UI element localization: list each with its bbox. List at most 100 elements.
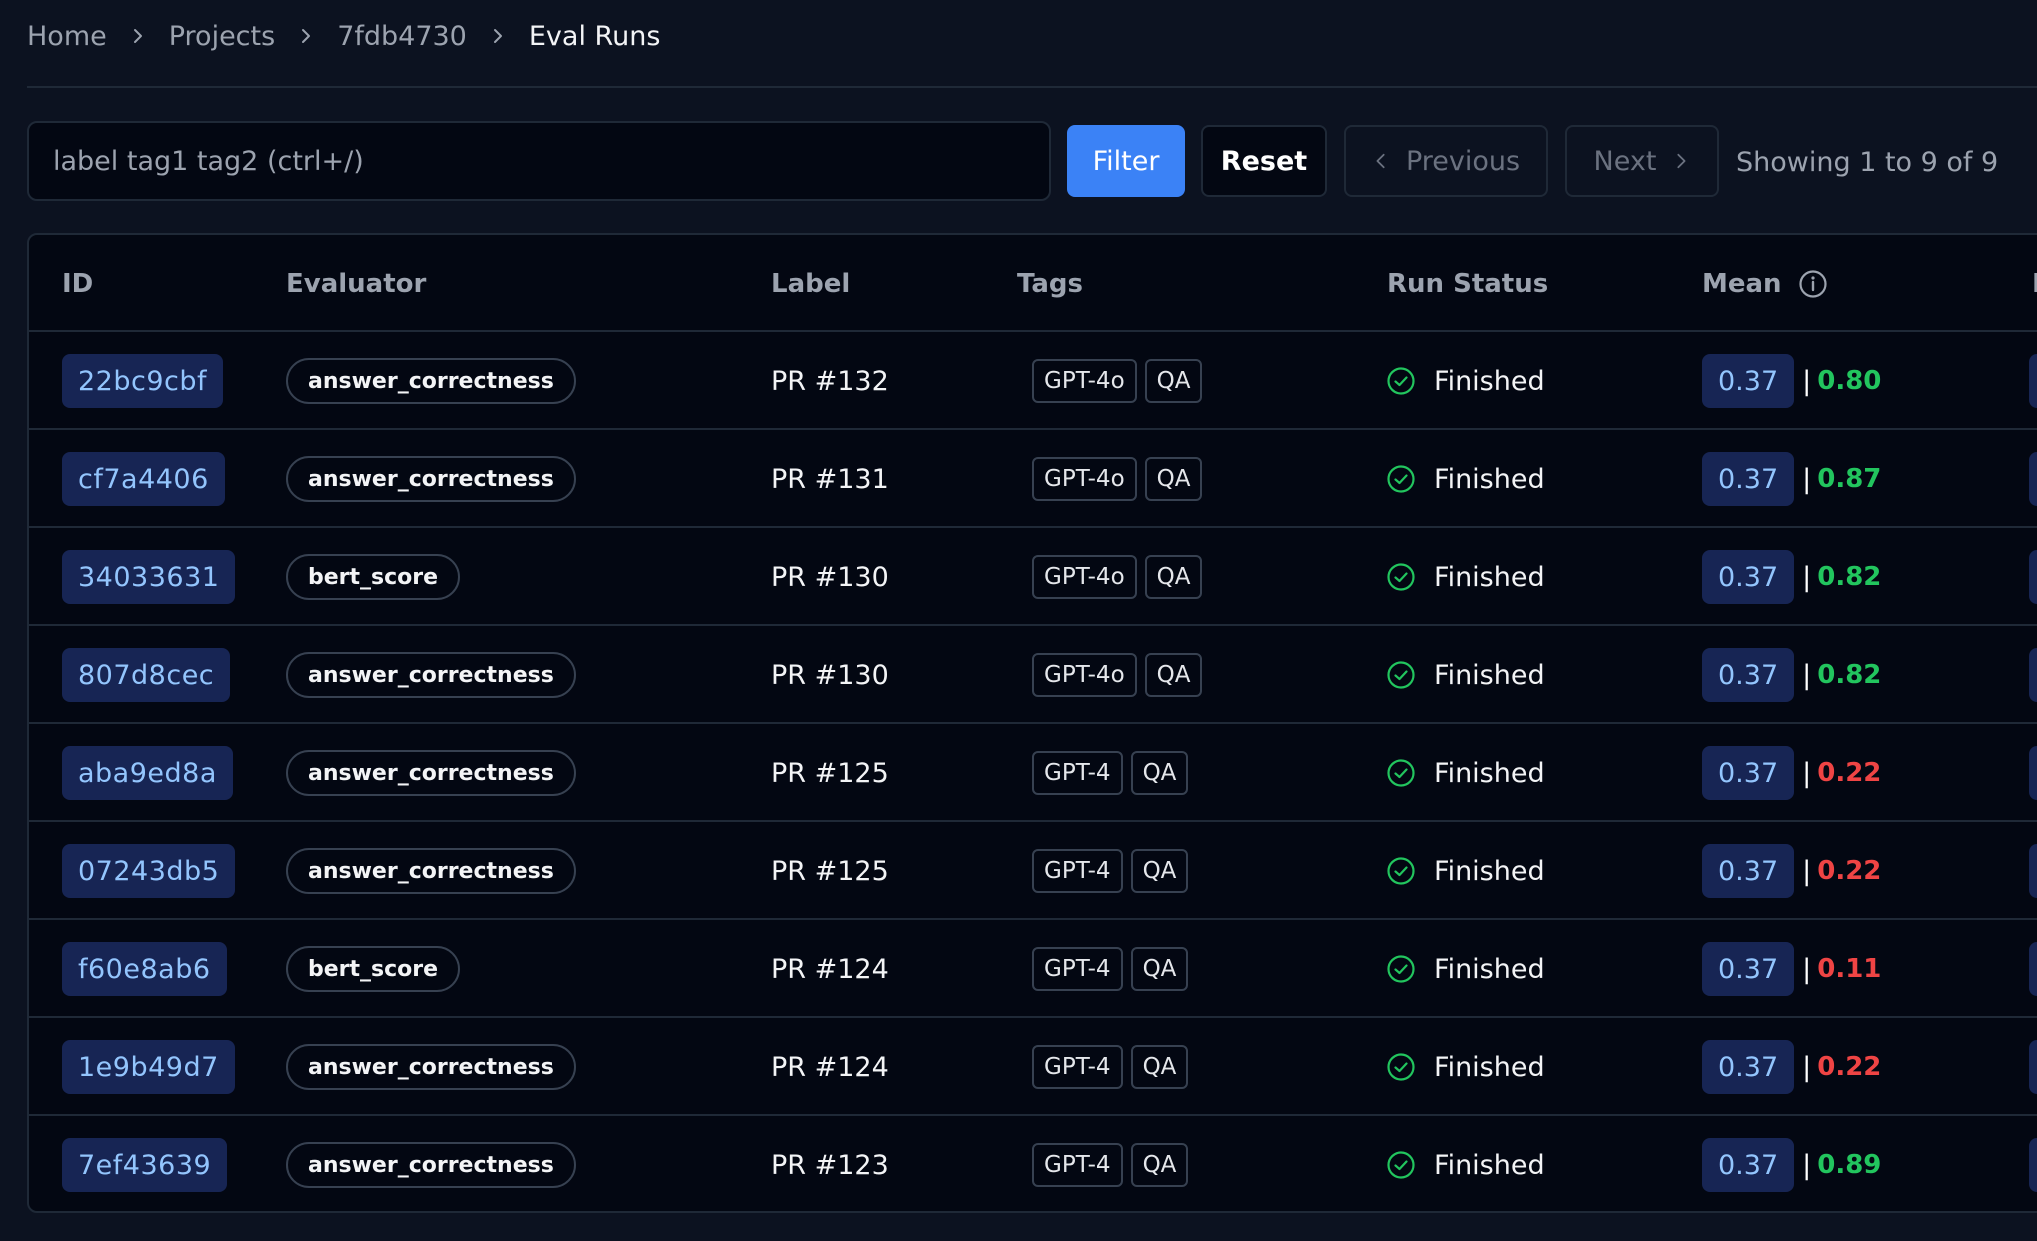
chevron-right-icon [275,26,337,46]
run-status-label: Finished [1434,463,1545,495]
mean-separator: | [1802,365,1812,397]
partial-cell [2029,1138,2037,1192]
mean-value: 0.37 [1702,844,1795,898]
tag-badge: GPT-4 [1032,947,1123,991]
evaluator-badge: bert_score [286,554,461,600]
header-divider [27,86,2037,88]
evaluator-badge: answer_correctness [286,358,576,404]
run-label: PR #123 [771,1149,889,1181]
evaluator-badge: answer_correctness [286,750,576,796]
table-row[interactable]: 22bc9cbf answer_correctness PR #132 GPT-4o Q… [29,332,2037,430]
column-header-mean-label: Mean [1702,268,1782,299]
tag-badge: QA [1130,751,1189,795]
score-value: 0.22 [1817,758,1882,788]
run-label: PR #132 [771,365,889,397]
table-header: ID Evaluator Label Tags Run Status Mean … [29,235,2037,332]
run-status-label: Finished [1434,953,1545,985]
run-id-link[interactable]: 7ef43639 [62,1138,228,1192]
run-id-link[interactable]: 34033631 [62,550,236,604]
mean-separator: | [1802,463,1812,495]
tag-badge: GPT-4 [1032,751,1123,795]
table-row[interactable]: 34033631 bert_score PR #130 GPT-4o QA Finishe… [29,528,2037,626]
breadcrumb-projects[interactable]: Projects [169,21,275,52]
table-row[interactable]: 1e9b49d7 answer_correctness PR #124 GPT-4 QA… [29,1018,2037,1116]
tag-badge: QA [1144,359,1203,403]
evaluator-badge: answer_correctness [286,652,576,698]
run-status: Finished [1386,856,1545,887]
run-id-link[interactable]: 807d8cec [62,648,231,702]
pagination-summary: Showing 1 to 9 of 9 [1736,146,1999,178]
table-row[interactable]: f60e8ab6 bert_score PR #124 GPT-4 QA Finished… [29,920,2037,1018]
mean-separator: | [1802,1149,1812,1181]
run-id-link[interactable]: 1e9b49d7 [62,1040,235,1094]
partial-cell [2029,942,2037,996]
column-header-mean[interactable]: Mean [1702,235,1828,332]
table-row[interactable]: 7ef43639 answer_correctness PR #123 GPT-4 QA… [29,1116,2037,1211]
run-id-link[interactable]: f60e8ab6 [62,942,227,996]
column-header-tags[interactable]: Tags [1017,235,1083,332]
score-value: 0.87 [1817,464,1882,494]
tag-badge: QA [1130,1045,1189,1089]
breadcrumb-project-id[interactable]: 7fdb4730 [337,21,467,52]
tag-list: GPT-4o QA [1032,555,1203,599]
previous-button-label: Previous [1405,145,1521,177]
run-status: Finished [1386,954,1545,985]
score-value: 0.22 [1817,1052,1882,1082]
run-label: PR #125 [771,757,889,789]
mean-value: 0.37 [1702,1040,1795,1094]
table-row[interactable]: cf7a4406 answer_correctness PR #131 GPT-4o Q… [29,430,2037,528]
mean-separator: | [1802,659,1812,691]
tag-list: GPT-4o QA [1032,457,1203,501]
tag-badge: QA [1130,1143,1189,1187]
tag-badge: QA [1144,457,1203,501]
tag-list: GPT-4o QA [1032,653,1203,697]
evaluator-badge: answer_correctness [286,848,576,894]
partial-cell [2029,648,2037,702]
eval-runs-page: Home Projects 7fdb4730 Eval Runs Filter … [0,0,2037,1241]
mean-score: 0.37 | 0.82 [1702,648,1881,702]
run-status: Finished [1386,1150,1545,1181]
tag-list: GPT-4 QA [1032,751,1189,795]
check-circle-icon [1386,1150,1416,1180]
next-button[interactable]: Next [1565,125,1719,197]
run-id-link[interactable]: 07243db5 [62,844,236,898]
run-status-label: Finished [1434,1149,1545,1181]
table-row[interactable]: 07243db5 answer_correctness PR #125 GPT-4 QA… [29,822,2037,920]
run-label: PR #130 [771,659,889,691]
run-status-label: Finished [1434,365,1545,397]
tag-list: GPT-4 QA [1032,849,1189,893]
filter-button[interactable]: Filter [1067,125,1185,197]
partial-cell [2029,1040,2037,1094]
run-status-label: Finished [1434,855,1545,887]
column-header-partial[interactable]: P [2032,235,2037,332]
run-status-label: Finished [1434,757,1545,789]
tag-badge: QA [1130,947,1189,991]
partial-cell [2029,746,2037,800]
partial-cell [2029,844,2037,898]
run-status: Finished [1386,562,1545,593]
run-id-link[interactable]: aba9ed8a [62,746,233,800]
previous-button[interactable]: Previous [1344,125,1548,197]
mean-score: 0.37 | 0.82 [1702,550,1881,604]
check-circle-icon [1386,366,1416,396]
reset-button[interactable]: Reset [1201,125,1327,197]
column-header-run-status[interactable]: Run Status [1387,235,1548,332]
mean-score: 0.37 | 0.89 [1702,1138,1881,1192]
tag-badge: GPT-4 [1032,1045,1123,1089]
info-icon[interactable] [1798,269,1828,299]
score-value: 0.11 [1817,954,1882,984]
table-row[interactable]: 807d8cec answer_correctness PR #130 GPT-4o Q… [29,626,2037,724]
table-row[interactable]: aba9ed8a answer_correctness PR #125 GPT-4 QA… [29,724,2037,822]
mean-separator: | [1802,855,1812,887]
evaluator-badge: answer_correctness [286,1142,576,1188]
run-id-link[interactable]: cf7a4406 [62,452,225,506]
column-header-label[interactable]: Label [771,235,850,332]
breadcrumb-home[interactable]: Home [27,21,107,52]
mean-score: 0.37 | 0.87 [1702,452,1881,506]
column-header-id[interactable]: ID [62,235,93,332]
run-id-link[interactable]: 22bc9cbf [62,354,224,408]
column-header-evaluator[interactable]: Evaluator [286,235,426,332]
run-label: PR #124 [771,1051,889,1083]
search-input[interactable] [27,121,1051,201]
run-status: Finished [1386,660,1545,691]
